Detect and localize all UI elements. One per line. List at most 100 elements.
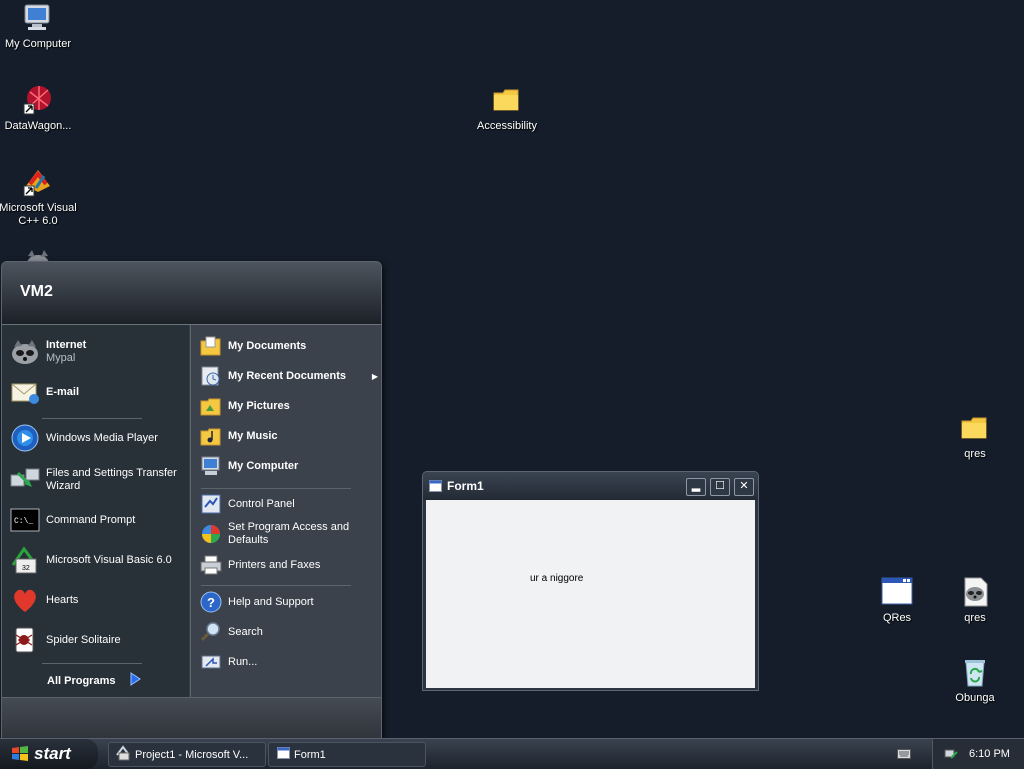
settings-printers-faxes[interactable]: Printers and Faxes: [200, 554, 375, 576]
place-label: My Music: [228, 429, 278, 442]
network-icon[interactable]: [943, 746, 959, 765]
pinned-email[interactable]: E-mail: [10, 377, 185, 407]
keyboard-icon[interactable]: [897, 748, 911, 763]
printer-icon: [200, 554, 222, 576]
desktop-icon-label: DataWagon...: [4, 120, 72, 132]
submenu-arrow-icon: ▶: [371, 371, 378, 381]
desktop-icon-label: Microsoft Visual C++ 6.0: [0, 202, 77, 227]
pictures-folder-icon: [200, 395, 222, 417]
heart-icon: [10, 585, 40, 615]
place-my-music[interactable]: My Music: [200, 425, 375, 447]
taskbar: start Project1 - Microsoft V... Form1 6:…: [0, 738, 1024, 769]
visual-basic-icon: 32: [10, 545, 40, 575]
recent-windows-media-player[interactable]: Windows Media Player: [10, 423, 185, 453]
start-menu-left-pane: Internet Mypal E-mail Windows Media Playe…: [2, 325, 189, 697]
help-label: Run...: [228, 655, 258, 668]
minimize-button[interactable]: ▂: [686, 478, 706, 496]
arrow-right-icon: [129, 672, 142, 689]
desktop-icon-label: My Computer: [4, 38, 72, 50]
all-programs-label: All Programs: [47, 674, 116, 687]
start-button[interactable]: start: [0, 739, 98, 769]
recycle-bin-icon: [959, 656, 991, 688]
separator: [201, 585, 351, 586]
place-my-documents[interactable]: My Documents: [200, 335, 375, 357]
documents-folder-icon: [200, 335, 222, 357]
help-label: Search: [228, 625, 263, 638]
maximize-icon: ☐: [715, 480, 725, 492]
media-player-icon: [10, 423, 40, 453]
place-label: My Pictures: [228, 399, 290, 412]
task-form1[interactable]: Form1: [268, 742, 426, 767]
hidden-desktop-icon: [22, 248, 54, 261]
recent-spider-solitaire[interactable]: Spider Solitaire: [10, 625, 185, 655]
search[interactable]: Search: [200, 621, 375, 643]
recent-label: Command Prompt: [46, 513, 136, 526]
recent-command-prompt[interactable]: C:\_ Command Prompt: [10, 505, 185, 535]
separator: [42, 663, 142, 664]
desktop-icon-my-computer[interactable]: My Computer: [0, 2, 78, 51]
form-label: ur a niggore: [530, 573, 584, 584]
pinned-internet[interactable]: Internet Mypal: [10, 337, 185, 367]
folder-icon: [491, 84, 523, 116]
place-label: My Computer: [228, 459, 299, 472]
transfer-wizard-icon: [10, 465, 40, 495]
recent-documents-icon: [200, 365, 222, 387]
recent-label: Spider Solitaire: [46, 633, 121, 646]
recent-label: Windows Media Player: [46, 431, 158, 444]
form-icon: [429, 480, 442, 495]
form1-window[interactable]: Form1 ▂ ☐ ✕ ur a niggore: [422, 471, 759, 691]
place-label: My Documents: [228, 339, 307, 352]
place-my-computer[interactable]: My Computer: [200, 455, 375, 477]
recent-hearts[interactable]: Hearts: [10, 585, 185, 615]
help-label: Help and Support: [228, 595, 314, 608]
raccoon-icon: [27, 250, 49, 261]
close-icon: ✕: [739, 480, 749, 492]
svg-text:C:\_: C:\_: [14, 517, 33, 526]
folder-icon: [959, 412, 991, 444]
raccoon-browser-icon: [10, 337, 40, 367]
desktop-icon-datawagon[interactable]: DataWagon...: [0, 84, 78, 133]
desktop-icon-recycle-bin[interactable]: Obunga: [935, 656, 1015, 705]
email-icon: [10, 377, 40, 407]
window-app-icon: [881, 576, 913, 608]
recent-label: Hearts: [46, 593, 79, 606]
svg-text:32: 32: [22, 565, 30, 572]
computer-icon: [22, 2, 54, 34]
help-and-support[interactable]: ? Help and Support: [200, 591, 375, 613]
separator: [42, 418, 142, 419]
run-icon: [200, 651, 222, 673]
start-menu-footer: [2, 697, 381, 740]
window-title: Form1: [447, 479, 484, 493]
visual-cpp-icon: [22, 166, 54, 198]
desktop-icon-label: qres: [964, 612, 986, 624]
form-client-area: ur a niggore: [426, 500, 755, 688]
all-programs-button[interactable]: All Programs: [47, 672, 142, 689]
system-tray: 6:10 PM: [932, 739, 1024, 769]
desktop-icon-label: Accessibility: [477, 120, 537, 132]
task-project1[interactable]: Project1 - Microsoft V...: [108, 742, 266, 767]
music-folder-icon: [200, 425, 222, 447]
title-bar[interactable]: Form1 ▂ ☐ ✕: [423, 472, 758, 500]
desktop-icon-qres-app[interactable]: QRes: [857, 576, 937, 625]
desktop-icon-qres-raccoon[interactable]: qres: [935, 576, 1015, 625]
desktop-icon-visual-cpp[interactable]: Microsoft Visual C++ 6.0: [0, 166, 78, 228]
control-panel-icon: [200, 493, 222, 515]
recent-files-settings-transfer[interactable]: Files and Settings Transfer Wizard: [10, 465, 185, 495]
settings-control-panel[interactable]: Control Panel: [200, 493, 375, 515]
place-my-pictures[interactable]: My Pictures: [200, 395, 375, 417]
pinned-internet-title: Internet: [46, 339, 87, 351]
clock[interactable]: 6:10 PM: [969, 748, 1010, 760]
start-menu-right-pane: My Documents My Recent Documents ▶ My Pi…: [190, 325, 381, 697]
close-button[interactable]: ✕: [734, 478, 754, 496]
recent-visual-basic[interactable]: 32 Microsoft Visual Basic 6.0: [10, 545, 185, 575]
settings-set-program-access[interactable]: Set Program Access and Defaults: [200, 521, 375, 547]
run[interactable]: Run...: [200, 651, 375, 673]
place-label: My Recent Documents: [228, 369, 346, 382]
place-my-recent-documents[interactable]: My Recent Documents ▶: [200, 365, 378, 387]
start-menu: VM2 Internet Mypal E-mail Windows Media P…: [1, 261, 382, 741]
maximize-button[interactable]: ☐: [710, 478, 730, 496]
desktop-icon-qres-folder[interactable]: qres: [935, 412, 1015, 461]
program-access-icon: [200, 523, 222, 545]
task-label: Form1: [294, 748, 326, 761]
desktop-icon-accessibility[interactable]: Accessibility: [467, 84, 547, 133]
